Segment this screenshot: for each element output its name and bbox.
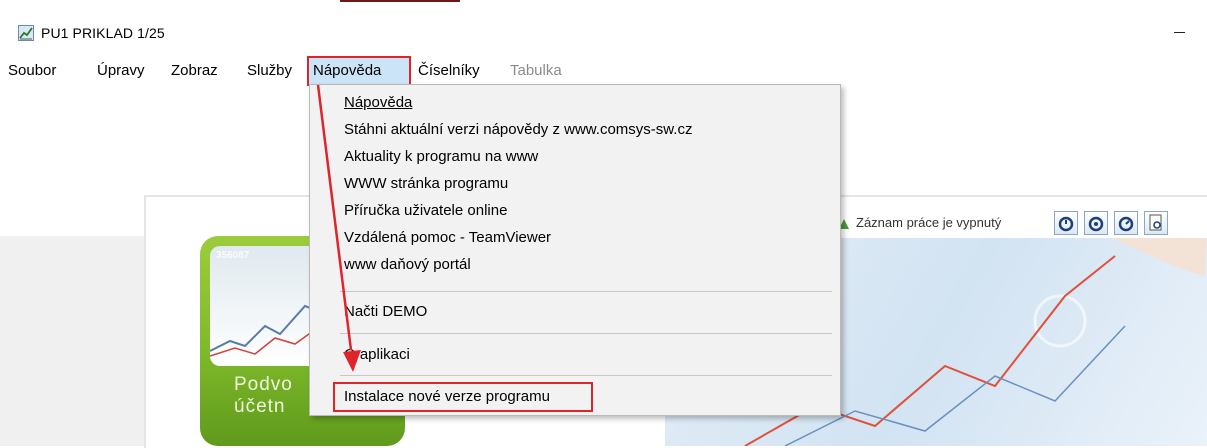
stopwatch-icon — [1088, 216, 1104, 232]
timer-stop-button[interactable] — [1114, 211, 1138, 235]
left-gray-panel — [0, 236, 146, 446]
title-bar: PU1 PRIKLAD 1/25 — [0, 0, 1207, 56]
tile-label-line-2: účetn — [234, 396, 286, 417]
document-search-icon — [1149, 214, 1162, 231]
menu-ciselniky[interactable]: Číselníky — [414, 58, 484, 84]
view-log-button[interactable] — [1144, 211, 1168, 235]
tile-label-line-1: Podvo — [234, 374, 293, 395]
stopwatch-icon — [1058, 216, 1074, 232]
menu-upravy[interactable]: Úpravy — [93, 58, 149, 84]
help-dropdown-menu: Nápověda Stáhni aktuální verzi nápovědy … — [309, 84, 841, 416]
help-item-load-demo[interactable]: Načti DEMO — [344, 299, 427, 325]
help-item-napoveda[interactable]: Nápověda — [344, 90, 412, 116]
menu-bar: Soubor Úpravy Zobraz Služby Nápověda Čís… — [0, 58, 1207, 84]
tile-label: Podvo účetn — [234, 374, 293, 418]
app-chart-icon — [18, 25, 34, 41]
menu-zobraz[interactable]: Zobraz — [167, 58, 222, 84]
minimize-button[interactable] — [1170, 24, 1192, 40]
menu-tabulka[interactable]: Tabulka — [506, 58, 566, 84]
help-item-teamviewer[interactable]: Vzdálená pomoc - TeamViewer — [344, 225, 551, 251]
menu-separator — [340, 333, 832, 334]
help-item-download-help[interactable]: Stáhni aktuální verzi nápovědy z www.com… — [344, 117, 692, 143]
menu-separator — [340, 375, 832, 376]
help-item-website[interactable]: WWW stránka programu — [344, 171, 508, 197]
top-accent-line — [340, 0, 460, 2]
timer-start-button[interactable] — [1054, 211, 1078, 235]
menu-sluzby[interactable]: Služby — [243, 58, 296, 84]
help-item-news[interactable]: Aktuality k programu na www — [344, 144, 538, 170]
help-item-user-guide[interactable]: Příručka uživatele online — [344, 198, 507, 224]
stopwatch-icon — [1118, 216, 1134, 232]
record-status-text: Záznam práce je vypnutý — [856, 215, 1002, 230]
record-toolbar: Záznam práce je vypnutý — [832, 208, 1207, 238]
help-item-about[interactable]: O aplikaci — [344, 342, 410, 368]
install-highlight-box — [333, 382, 593, 412]
help-item-tax-portal[interactable]: www daňový portál — [344, 252, 471, 278]
timer-pause-button[interactable] — [1084, 211, 1108, 235]
napoveda-highlight-box — [307, 56, 411, 86]
menu-separator — [340, 291, 832, 292]
tile-number: 356087 — [216, 250, 250, 261]
help-item-napoveda-label: Nápověda — [344, 94, 413, 111]
window-title: PU1 PRIKLAD 1/25 — [41, 25, 165, 41]
menu-soubor[interactable]: Soubor — [4, 58, 60, 84]
